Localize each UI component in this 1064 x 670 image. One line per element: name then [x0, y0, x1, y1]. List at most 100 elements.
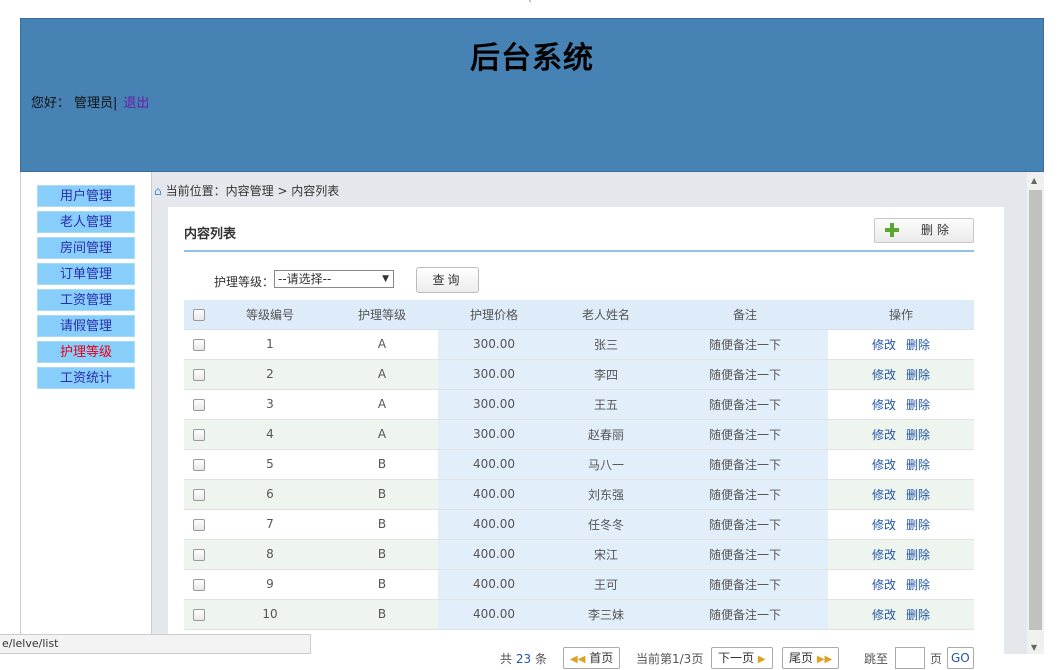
- cell-level-id: 7: [214, 509, 326, 540]
- table-row: 3 A 300.00 王五 随便备注一下 修改 删除: [184, 389, 974, 420]
- row-select-cell: [184, 599, 214, 630]
- delete-link[interactable]: 删除: [906, 548, 930, 562]
- cell-elder-name: 马八一: [550, 449, 662, 480]
- sidebar-item-salary[interactable]: 工资管理: [37, 289, 135, 311]
- edit-link[interactable]: 修改: [872, 458, 896, 472]
- cell-care-level: B: [326, 479, 438, 510]
- row-checkbox[interactable]: [193, 458, 205, 471]
- scrollbar-thumb[interactable]: [1029, 190, 1042, 630]
- col-actions: 操作: [828, 300, 974, 330]
- row-checkbox[interactable]: [193, 548, 205, 561]
- first-page-label: 首页: [589, 651, 614, 665]
- top-mark: `: [528, 0, 533, 11]
- cell-actions: 修改 删除: [828, 449, 974, 480]
- delete-link[interactable]: 删除: [906, 518, 930, 532]
- cell-care-level: B: [326, 509, 438, 540]
- cell-level-id: 1: [214, 329, 326, 360]
- row-checkbox[interactable]: [193, 428, 205, 441]
- pager-page-unit: 页: [930, 652, 943, 666]
- edit-link[interactable]: 修改: [872, 368, 896, 382]
- first-page-button[interactable]: ◀◀ 首页: [563, 647, 621, 669]
- cell-elder-name: 任冬冬: [550, 509, 662, 540]
- row-checkbox[interactable]: [193, 338, 205, 351]
- row-select-cell: [184, 359, 214, 390]
- cell-elder-name: 宋江: [550, 539, 662, 570]
- page-header: 后台系统 您好： 管理员| 退出: [20, 18, 1044, 172]
- scroll-down-icon[interactable]: ▼: [1031, 643, 1037, 652]
- cell-care-price: 400.00: [438, 599, 550, 630]
- row-checkbox[interactable]: [193, 368, 205, 381]
- cell-elder-name: 李三妹: [550, 599, 662, 630]
- edit-link[interactable]: 修改: [872, 548, 896, 562]
- delete-link[interactable]: 删除: [906, 608, 930, 622]
- sidebar-item-salary-stats[interactable]: 工资统计: [37, 367, 135, 389]
- cell-elder-name: 王可: [550, 569, 662, 600]
- greeting-text: 您好：: [31, 96, 71, 111]
- scroll-up-icon[interactable]: ▲: [1031, 176, 1037, 185]
- edit-link[interactable]: 修改: [872, 398, 896, 412]
- col-care-price: 护理价格: [438, 300, 550, 330]
- edit-link[interactable]: 修改: [872, 428, 896, 442]
- row-checkbox[interactable]: [193, 608, 205, 621]
- double-left-arrow-icon: ◀◀: [570, 654, 586, 665]
- go-button[interactable]: GO: [947, 647, 974, 669]
- edit-link[interactable]: 修改: [872, 488, 896, 502]
- cell-care-price: 400.00: [438, 509, 550, 540]
- table-row: 6 B 400.00 刘东强 随便备注一下 修改 删除: [184, 479, 974, 510]
- row-select-cell: [184, 449, 214, 480]
- chevron-down-icon: ▼: [382, 274, 389, 284]
- delete-link[interactable]: 删除: [906, 398, 930, 412]
- delete-link[interactable]: 删除: [906, 338, 930, 352]
- row-checkbox[interactable]: [193, 578, 205, 591]
- row-select-cell: [184, 509, 214, 540]
- row-checkbox[interactable]: [193, 518, 205, 531]
- sidebar-item-elders[interactable]: 老人管理: [37, 211, 135, 233]
- pager-total: 共 23 条: [500, 650, 547, 667]
- goto-page-input[interactable]: [895, 647, 925, 669]
- delete-link[interactable]: 删除: [906, 488, 930, 502]
- content-panel: 内容列表 删除 护理等级： --请选择-- ▼ 查询 等级编号 护理等级 护理价…: [168, 207, 1004, 669]
- sidebar-item-users[interactable]: 用户管理: [37, 185, 135, 207]
- sidebar: 用户管理 老人管理 房间管理 订单管理 工资管理 请假管理 护理等级 工资统计: [20, 172, 152, 654]
- cell-level-id: 2: [214, 359, 326, 390]
- sidebar-item-rooms[interactable]: 房间管理: [37, 237, 135, 259]
- row-checkbox[interactable]: [193, 488, 205, 501]
- edit-link[interactable]: 修改: [872, 578, 896, 592]
- cell-care-level: A: [326, 419, 438, 450]
- col-note: 备注: [662, 300, 828, 330]
- panel-title: 内容列表: [184, 227, 237, 242]
- edit-link[interactable]: 修改: [872, 608, 896, 622]
- delete-link[interactable]: 删除: [906, 458, 930, 472]
- sidebar-item-leave[interactable]: 请假管理: [37, 315, 135, 337]
- cell-actions: 修改 删除: [828, 329, 974, 360]
- vertical-scrollbar[interactable]: ▲ ▼: [1027, 172, 1044, 654]
- cell-care-level: B: [326, 569, 438, 600]
- sidebar-item-orders[interactable]: 订单管理: [37, 263, 135, 285]
- table-row: 10 B 400.00 李三妹 随便备注一下 修改 删除: [184, 599, 974, 630]
- cell-actions: 修改 删除: [828, 419, 974, 450]
- cell-care-level: A: [326, 329, 438, 360]
- cell-level-id: 9: [214, 569, 326, 600]
- cell-elder-name: 张三: [550, 329, 662, 360]
- delete-button[interactable]: 删除: [874, 218, 974, 243]
- row-checkbox[interactable]: [193, 398, 205, 411]
- cell-level-id: 6: [214, 479, 326, 510]
- care-level-select[interactable]: --请选择-- ▼: [274, 270, 394, 288]
- delete-link[interactable]: 删除: [906, 578, 930, 592]
- edit-link[interactable]: 修改: [872, 518, 896, 532]
- col-care-level: 护理等级: [326, 300, 438, 330]
- select-all-checkbox[interactable]: [193, 308, 205, 321]
- row-select-cell: [184, 329, 214, 360]
- delete-link[interactable]: 删除: [906, 428, 930, 442]
- query-button[interactable]: 查询: [416, 267, 479, 293]
- logout-link[interactable]: 退出: [123, 96, 149, 111]
- edit-link[interactable]: 修改: [872, 338, 896, 352]
- table-row: 2 A 300.00 李四 随便备注一下 修改 删除: [184, 359, 974, 390]
- delete-link[interactable]: 删除: [906, 368, 930, 382]
- cell-note: 随便备注一下: [662, 599, 828, 630]
- row-select-cell: [184, 539, 214, 570]
- next-page-button[interactable]: 下一页 ▶: [711, 647, 773, 669]
- sidebar-item-care-level[interactable]: 护理等级: [37, 341, 135, 363]
- last-page-button[interactable]: 尾页 ▶▶: [782, 647, 840, 669]
- pager-goto-label: 跳至: [864, 652, 889, 666]
